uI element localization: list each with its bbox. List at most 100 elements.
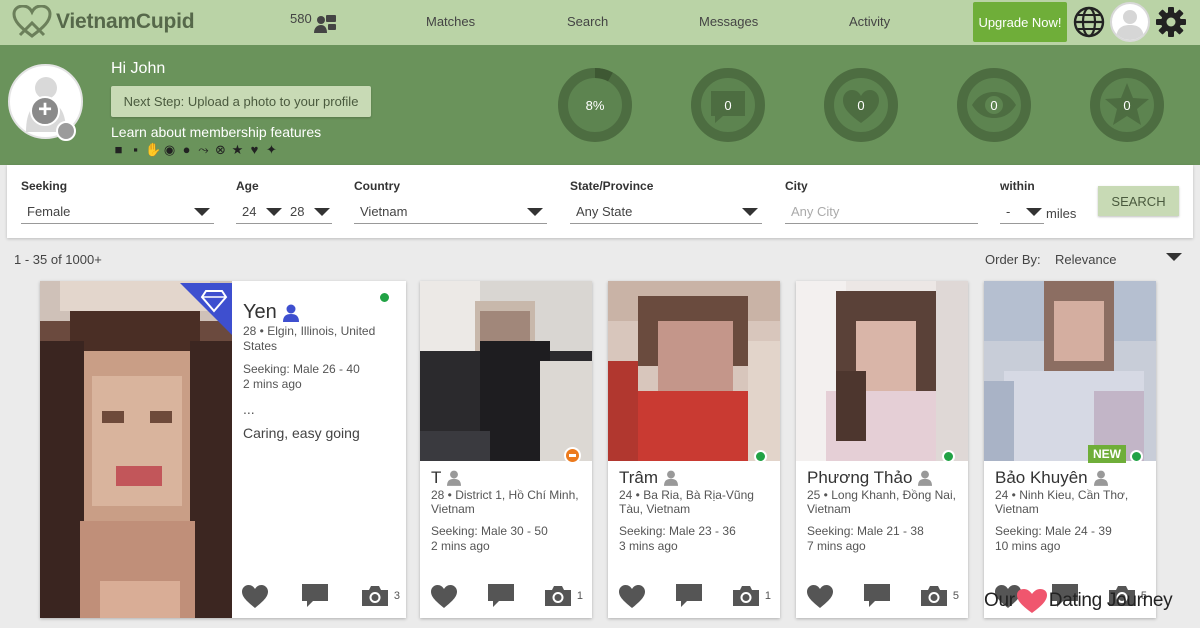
city-field: City: [785, 179, 978, 224]
photos-button[interactable]: 1: [732, 586, 771, 606]
photo-count: 3: [393, 590, 400, 602]
within-value: -: [1006, 203, 1011, 219]
profile-card[interactable]: NEW Bảo Khuyên 24 • Ninh Kieu, Cần Thơ, …: [984, 281, 1156, 618]
site-logo[interactable]: VietnamCupid: [12, 4, 195, 40]
like-heart-icon[interactable]: [431, 584, 457, 608]
profile-photo[interactable]: [40, 281, 232, 618]
user-silhouette-icon: [1116, 10, 1144, 40]
city-input[interactable]: [785, 199, 978, 224]
upgrade-button[interactable]: Upgrade Now!: [973, 2, 1067, 42]
next-step-button[interactable]: Next Step: Upload a photo to your profil…: [111, 86, 371, 117]
message-icon[interactable]: [675, 584, 702, 608]
camera-icon: [361, 586, 388, 606]
globe-icon[interactable]: [1073, 6, 1105, 38]
profile-photo[interactable]: [796, 281, 968, 461]
country-select[interactable]: Vietnam: [354, 199, 547, 224]
profile-completion-ring[interactable]: 8%: [557, 67, 633, 143]
like-heart-icon[interactable]: [242, 584, 268, 608]
within-select[interactable]: -: [1000, 199, 1044, 224]
profile-card[interactable]: T 28 • District 1, Hồ Chí Minh, Vietnam …: [420, 281, 592, 618]
within-field: within - miles: [1000, 179, 1080, 224]
user-avatar[interactable]: [1110, 2, 1150, 42]
last-active: 7 mins ago: [807, 539, 866, 553]
seeking-select[interactable]: Female: [21, 199, 214, 224]
hidden-eye-icon: ◉: [163, 142, 176, 157]
seeking-text: Seeking: Male 30 - 50: [431, 524, 548, 538]
chevron-down-icon: [527, 208, 543, 216]
profile-photo[interactable]: [420, 281, 592, 461]
add-photo-icon: +: [30, 96, 60, 126]
card-actions: 5: [807, 584, 959, 608]
state-select[interactable]: Any State: [570, 199, 762, 224]
seeking-field: Seeking Female: [21, 179, 214, 224]
message-icon[interactable]: [863, 584, 890, 608]
photo-count: 1: [764, 590, 771, 602]
age-label: Age: [236, 179, 259, 193]
profile-name[interactable]: Bảo Khuyên: [995, 468, 1108, 488]
last-active: 3 mins ago: [619, 539, 678, 553]
hand-icon: ✋: [145, 142, 162, 157]
favorites-count: 0: [1123, 97, 1131, 113]
state-field: State/Province Any State: [570, 179, 762, 224]
interests-icon: [313, 15, 336, 33]
pixelated-photo: [984, 281, 1156, 461]
message-icon[interactable]: [487, 584, 514, 608]
profile-summary-banner: + Hi John Next Step: Upload a photo to y…: [0, 45, 1200, 165]
featured-profile-card[interactable]: Yen 28 • Elgin, Illinois, United States …: [40, 281, 406, 618]
profile-photo[interactable]: [984, 281, 1156, 461]
verified-user-icon: [282, 304, 299, 322]
country-field: Country Vietnam: [354, 179, 547, 224]
age-max-select[interactable]: 28: [284, 199, 332, 224]
online-status-icon: [1130, 450, 1143, 463]
greeting: Hi John: [111, 60, 166, 77]
age-min-select[interactable]: 24: [236, 199, 284, 224]
messages-stat[interactable]: 0: [690, 67, 766, 143]
order-by-select[interactable]: Relevance: [1055, 252, 1116, 267]
featured-name: Yen: [243, 301, 277, 323]
pixelated-photo: [608, 281, 780, 461]
profile-name-text: T: [431, 468, 442, 487]
search-button[interactable]: SEARCH: [1098, 186, 1179, 216]
country-value: Vietnam: [360, 203, 408, 219]
photos-button[interactable]: 5: [920, 586, 959, 606]
like-heart-icon[interactable]: [619, 584, 645, 608]
profile-name[interactable]: T: [431, 468, 462, 488]
age-min-value: 24: [242, 203, 257, 219]
seeking-text: Seeking: Male 21 - 38: [807, 524, 924, 538]
profile-name[interactable]: Trâm: [619, 468, 679, 488]
heart-logo-icon: [12, 5, 52, 38]
interests-counter[interactable]: 580: [290, 11, 336, 35]
bio-ellipsis: ...: [243, 401, 255, 417]
nav-matches[interactable]: Matches: [426, 14, 475, 29]
chevron-down-icon[interactable]: [1166, 253, 1182, 261]
profile-photo[interactable]: [608, 281, 780, 461]
profile-name[interactable]: Yen: [243, 301, 299, 324]
magic-wand-icon: ✦: [266, 142, 277, 157]
views-stat[interactable]: 0: [956, 67, 1032, 143]
photos-button[interactable]: 1: [544, 586, 583, 606]
add-photo-avatar[interactable]: +: [8, 64, 83, 141]
favorites-stat[interactable]: 0: [1089, 67, 1165, 143]
camera-icon: [732, 586, 759, 606]
membership-features-link[interactable]: Learn about membership features: [111, 124, 321, 140]
message-icon[interactable]: [301, 584, 328, 608]
nav-search[interactable]: Search: [567, 14, 608, 29]
away-status-icon: [564, 447, 581, 464]
profile-card[interactable]: Phương Thảo 25 • Long Khanh, Đồng Nai, V…: [796, 281, 968, 618]
nav-messages[interactable]: Messages: [699, 14, 758, 29]
photos-button[interactable]: 3: [361, 586, 400, 606]
gear-icon[interactable]: [1155, 6, 1187, 38]
new-member-badge: NEW: [1088, 445, 1126, 463]
like-heart-icon[interactable]: [807, 584, 833, 608]
profile-seeking: Seeking: Male 21 - 38 7 mins ago: [807, 524, 924, 554]
likes-stat[interactable]: 0: [823, 67, 899, 143]
nav-activity[interactable]: Activity: [849, 14, 890, 29]
trend-icon: ⤳: [198, 142, 209, 157]
profile-card[interactable]: Trâm 24 • Ba Ria, Bà Rịa-Vũng Tàu, Vietn…: [608, 281, 780, 618]
profile-seeking: Seeking: Male 26 - 40 2 mins ago: [243, 362, 360, 392]
search-filter-panel: Seeking Female Age 24 28 Country Vietnam…: [7, 165, 1193, 238]
star-icon: ★: [231, 142, 244, 157]
profile-name[interactable]: Phương Thảo: [807, 468, 933, 488]
last-active: 10 mins ago: [995, 539, 1061, 553]
profile-meta: 28 • Elgin, Illinois, United States: [243, 324, 376, 353]
